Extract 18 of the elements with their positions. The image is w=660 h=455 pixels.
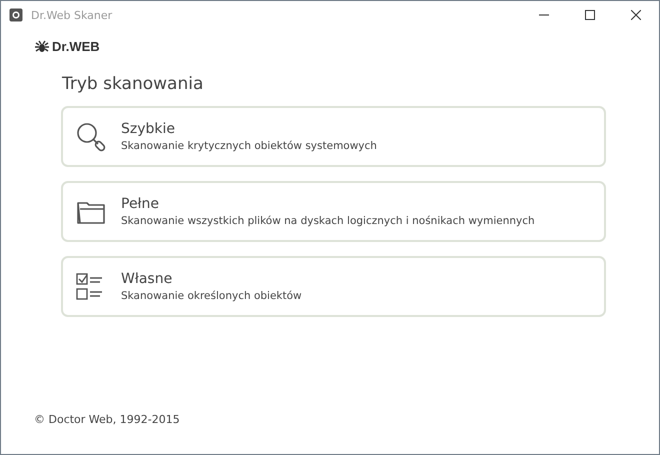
scan-mode-title: Własne [121, 271, 174, 287]
logo-text: Dr.WEB [52, 39, 100, 54]
scan-mode-description: Skanowanie krytycznych obiektów systemowych [121, 140, 377, 152]
scan-mode-title: Szybkie [121, 121, 176, 137]
copyright-text: © Doctor Web, 1992-2015 [34, 413, 181, 426]
search-icon [75, 120, 107, 152]
scan-mode-description: Skanowanie wszystkich plików na dyskach logicznych i nośnikach wymiennych [121, 215, 535, 227]
close-icon[interactable] [631, 10, 641, 20]
app-icon [9, 8, 23, 22]
scan-mode-card[interactable]: Szybkie Skanowanie krytycznych obiektów systemowych [61, 106, 606, 167]
scan-mode-description: Skanowanie określonych obiektów [121, 290, 302, 302]
scan-mode-card[interactable]: Pełne Skanowanie wszystkich plików na dyskach logicznych i nośnikach wymiennych [61, 181, 606, 242]
scan-mode-title: Pełne [121, 196, 160, 212]
window-title: Dr.Web Skaner [31, 8, 112, 22]
heading: Tryb skanowania [62, 74, 204, 94]
maximize-icon[interactable] [585, 10, 595, 20]
spider-icon [35, 40, 49, 54]
scan-mode-card[interactable]: Własne Skanowanie określonych obiektów [61, 256, 606, 317]
